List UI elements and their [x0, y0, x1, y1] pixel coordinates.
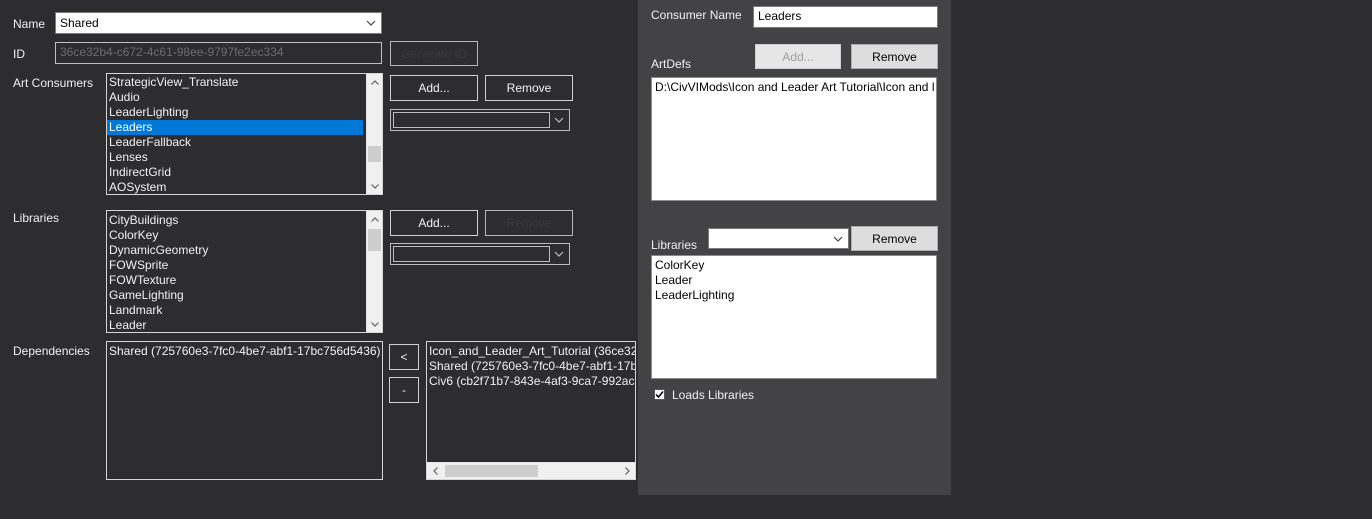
panel-libraries-remove-button[interactable]: Remove	[851, 226, 938, 251]
consumer-name-label: Consumer Name	[651, 8, 742, 22]
consumer-panel: Consumer Name Leaders ArtDefs Add... Rem…	[638, 0, 951, 495]
vertical-scrollbar[interactable]	[366, 74, 382, 194]
chevron-down-icon	[553, 244, 565, 264]
artdefs-add-button[interactable]: Add...	[755, 44, 841, 69]
libraries-remove-button[interactable]: Remove	[485, 210, 573, 236]
scroll-up-icon[interactable]	[367, 74, 382, 90]
libraries-list[interactable]: CityBuildings ColorKey DynamicGeometry F…	[106, 210, 383, 333]
list-item[interactable]: GameLighting	[107, 288, 382, 303]
consumers-add-button[interactable]: Add...	[390, 75, 478, 101]
libraries-dropdown[interactable]	[390, 243, 570, 265]
dependencies-list[interactable]: Shared (725760e3-7fc0-4be7-abf1-17bc756d…	[106, 341, 383, 480]
name-label: Name	[13, 17, 46, 31]
scrollbar-thumb[interactable]	[368, 229, 381, 251]
id-value: 36ce32b4-c672-4c61-98ee-9797fe2ec334	[60, 45, 284, 59]
panel-libraries-label: Libraries	[651, 238, 698, 252]
list-item[interactable]: ColorKey	[107, 228, 382, 243]
available-dependencies-list[interactable]: Icon_and_Leader_Art_Tutorial (36ce32b Sh…	[426, 341, 636, 480]
list-item[interactable]: Leader	[107, 318, 382, 332]
list-item[interactable]: CityBuildings	[107, 213, 382, 228]
vertical-scrollbar[interactable]	[366, 211, 382, 332]
list-item[interactable]: Lenses	[107, 150, 382, 165]
loads-libraries-checkbox[interactable]	[654, 389, 665, 400]
dependencies-label: Dependencies	[13, 344, 90, 358]
scroll-left-icon[interactable]	[427, 463, 443, 479]
scroll-right-icon[interactable]	[619, 463, 635, 479]
list-item[interactable]: FOWSprite	[107, 258, 382, 273]
artdefs-remove-button[interactable]: Remove	[851, 44, 938, 69]
list-item[interactable]: Shared (725760e3-7fc0-4be7-abf1-17bc756d…	[107, 344, 382, 359]
list-item[interactable]: Leader	[652, 273, 936, 288]
consumer-name-field[interactable]: Leaders	[753, 6, 938, 28]
consumers-remove-button[interactable]: Remove	[485, 75, 573, 101]
list-item[interactable]: LeaderLighting	[652, 288, 936, 303]
list-item[interactable]: Shared (725760e3-7fc0-4be7-abf1-17bc	[427, 359, 635, 374]
list-item[interactable]: Audio	[107, 90, 382, 105]
chevron-down-icon	[365, 13, 377, 33]
dropdown-field	[393, 112, 550, 128]
list-item[interactable]: Civ6 (cb2f71b7-843e-4af3-9ca7-992acc	[427, 374, 635, 389]
list-item[interactable]: LeaderFallback	[107, 135, 382, 150]
chevron-down-icon	[553, 110, 565, 130]
list-item[interactable]: LeaderLighting	[107, 105, 382, 120]
move-left-button[interactable]: <	[389, 344, 419, 370]
artdefs-label: ArtDefs	[651, 57, 692, 71]
name-value: Shared	[60, 16, 99, 30]
art-consumers-label: Art Consumers	[13, 76, 94, 90]
list-item[interactable]: IndirectGrid	[107, 165, 382, 180]
scroll-down-icon[interactable]	[367, 316, 382, 332]
checkmark-icon	[655, 391, 664, 399]
list-item[interactable]: Icon_and_Leader_Art_Tutorial (36ce32b	[427, 344, 635, 359]
list-item-selected[interactable]: Leaders	[107, 120, 363, 135]
list-item[interactable]: FOWTexture	[107, 273, 382, 288]
id-field[interactable]: 36ce32b4-c672-4c61-98ee-9797fe2ec334	[55, 42, 382, 64]
id-label: ID	[13, 47, 25, 61]
scrollbar-thumb[interactable]	[445, 465, 538, 477]
art-consumers-list[interactable]: StrategicView_Translate Audio LeaderLigh…	[106, 73, 383, 195]
dropdown-field	[393, 246, 550, 262]
libraries-add-button[interactable]: Add...	[390, 210, 478, 236]
name-dropdown[interactable]: Shared	[55, 12, 382, 34]
list-item[interactable]: Landmark	[107, 303, 382, 318]
horizontal-scrollbar[interactable]	[427, 462, 635, 479]
loads-libraries-label: Loads Libraries	[672, 388, 755, 402]
panel-libraries-list[interactable]: ColorKey Leader LeaderLighting	[651, 255, 937, 379]
chevron-down-icon	[832, 229, 844, 248]
list-item[interactable]: AOSystem	[107, 180, 382, 194]
scroll-down-icon[interactable]	[367, 178, 382, 194]
list-item[interactable]: DynamicGeometry	[107, 243, 382, 258]
generate-id-button[interactable]: Generate ID	[390, 41, 478, 66]
list-item[interactable]: StrategicView_Translate	[107, 75, 382, 90]
panel-libraries-dropdown[interactable]	[708, 228, 849, 249]
list-item[interactable]: D:\CivVIMods\Icon and Leader Art Tutoria…	[652, 80, 936, 95]
consumers-dropdown[interactable]	[390, 109, 570, 131]
scroll-up-icon[interactable]	[367, 211, 382, 227]
libraries-label: Libraries	[13, 211, 60, 225]
consumer-name-value: Leaders	[758, 9, 802, 23]
scrollbar-thumb[interactable]	[368, 146, 381, 162]
list-item[interactable]: ColorKey	[652, 258, 936, 273]
move-right-button[interactable]: -	[389, 377, 419, 403]
artdefs-list[interactable]: D:\CivVIMods\Icon and Leader Art Tutoria…	[651, 77, 937, 201]
